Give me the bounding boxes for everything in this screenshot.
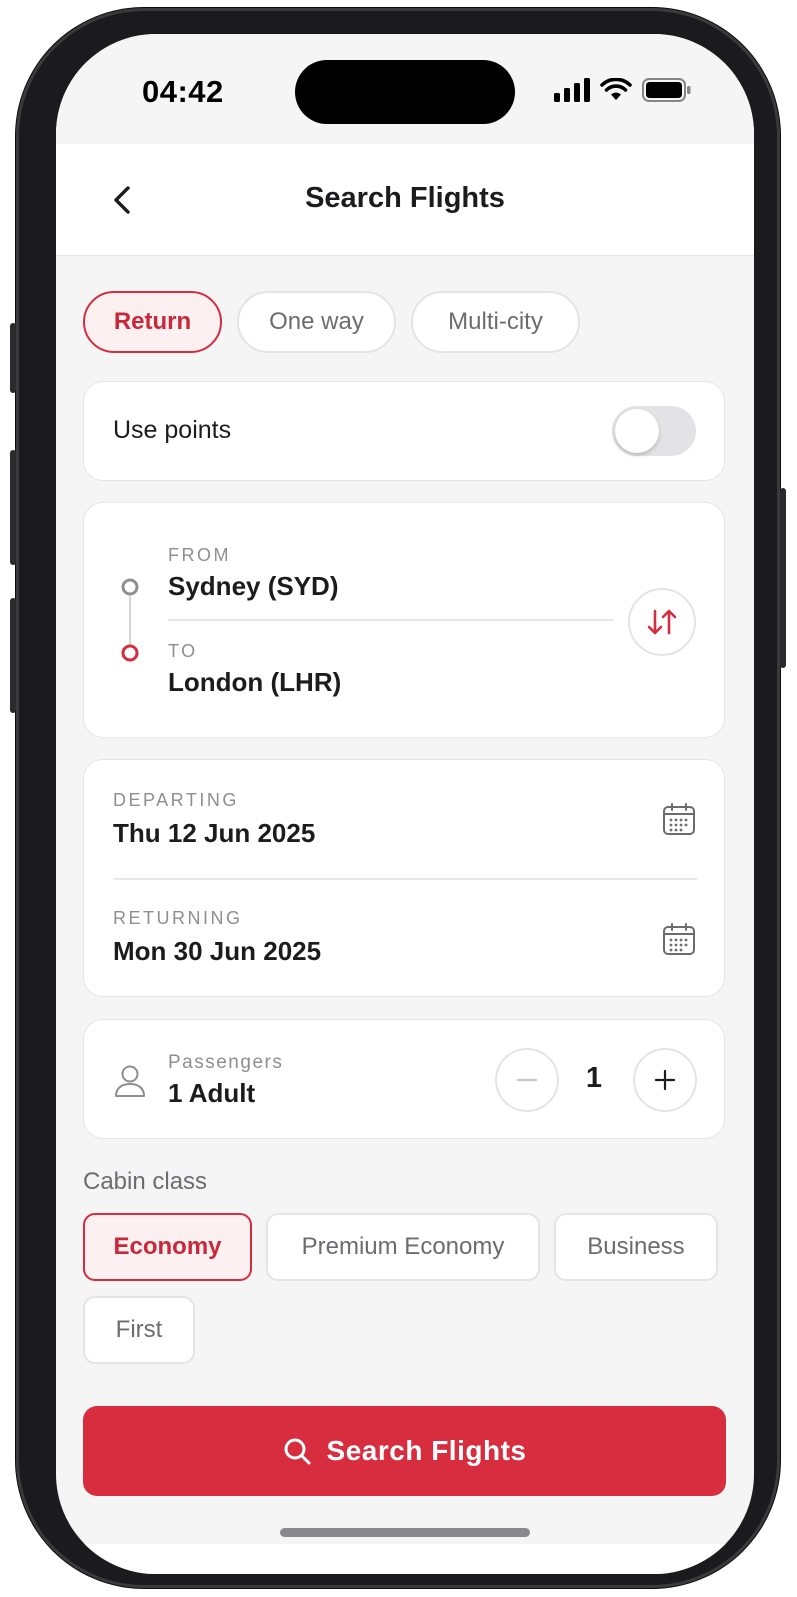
from-label: FROM: [168, 545, 231, 565]
navigation-bar: Search Flights: [56, 144, 754, 256]
returning-value: Mon 30 Jun 2025: [113, 936, 322, 966]
search-flights-label: Search Flights: [326, 1435, 527, 1466]
to-value[interactable]: London (LHR): [168, 667, 341, 698]
decrease-passengers-button[interactable]: [495, 1048, 559, 1112]
departing-label: DEPARTING: [113, 790, 239, 810]
cabin-option-premium-economy[interactable]: Premium Economy: [266, 1213, 540, 1281]
page-title: Search Flights: [305, 182, 505, 214]
returning-row[interactable]: RETURNING Mon 30 Jun 2025: [84, 880, 724, 998]
app-screen: 04:42 Search Flights Return One way Mult…: [56, 34, 754, 1574]
passengers-card: Passengers 1 Adult 1: [83, 1019, 725, 1139]
status-time: 04:42: [142, 74, 224, 109]
returning-label: RETURNING: [113, 908, 243, 928]
use-points-label: Use points: [113, 416, 232, 444]
search-flights-button[interactable]: Search Flights: [83, 1406, 726, 1496]
phone-frame: 04:42 Search Flights Return One way Mult…: [10, 8, 786, 1588]
battery-icon: [642, 78, 691, 102]
plus-icon: [654, 1069, 676, 1091]
from-value[interactable]: Sydney (SYD): [168, 571, 339, 602]
bottom-strip: [56, 1544, 754, 1574]
search-icon: [284, 1438, 311, 1465]
passengers-label: Passengers: [168, 1052, 284, 1073]
home-indicator: [280, 1528, 530, 1537]
route-card: FROM Sydney (SYD) TO London (LHR): [83, 502, 725, 738]
use-points-card: Use points: [83, 381, 725, 481]
increase-passengers-button[interactable]: [633, 1048, 697, 1112]
cabin-option-business[interactable]: Business: [554, 1213, 718, 1281]
status-bar: 04:42: [56, 34, 754, 144]
volume-down-button: [10, 598, 16, 713]
status-icons: [554, 78, 692, 102]
wifi-icon: [600, 78, 632, 100]
volume-up-button: [10, 450, 16, 565]
route-line-icon: [121, 578, 139, 662]
route-divider: [168, 619, 614, 621]
departing-value: Thu 12 Jun 2025: [113, 818, 316, 848]
action-button: [10, 323, 16, 393]
swap-arrows-icon: [647, 609, 677, 635]
person-icon: [115, 1065, 145, 1097]
trip-type-multi-city[interactable]: Multi-city: [411, 291, 580, 353]
swap-route-button[interactable]: [628, 588, 696, 656]
cellular-signal-icon: [554, 78, 590, 102]
cabin-option-economy[interactable]: Economy: [83, 1213, 252, 1281]
calendar-icon: [663, 803, 695, 835]
use-points-toggle[interactable]: [612, 406, 696, 456]
cabin-class-label: Cabin class: [83, 1168, 208, 1195]
to-label: TO: [168, 641, 198, 661]
cabin-option-first[interactable]: First: [83, 1296, 195, 1364]
toggle-knob: [615, 409, 659, 453]
dynamic-island: [295, 60, 515, 124]
departing-row[interactable]: DEPARTING Thu 12 Jun 2025: [84, 760, 724, 878]
trip-type-return[interactable]: Return: [83, 291, 222, 353]
power-button: [780, 488, 786, 668]
passenger-count: 1: [585, 1062, 603, 1094]
trip-type-one-way[interactable]: One way: [237, 291, 396, 353]
passengers-value: 1 Adult: [168, 1078, 256, 1108]
dates-card: DEPARTING Thu 12 Jun 2025 RETURNING Mon …: [83, 759, 725, 997]
minus-icon: [516, 1078, 538, 1082]
calendar-icon: [663, 923, 695, 955]
